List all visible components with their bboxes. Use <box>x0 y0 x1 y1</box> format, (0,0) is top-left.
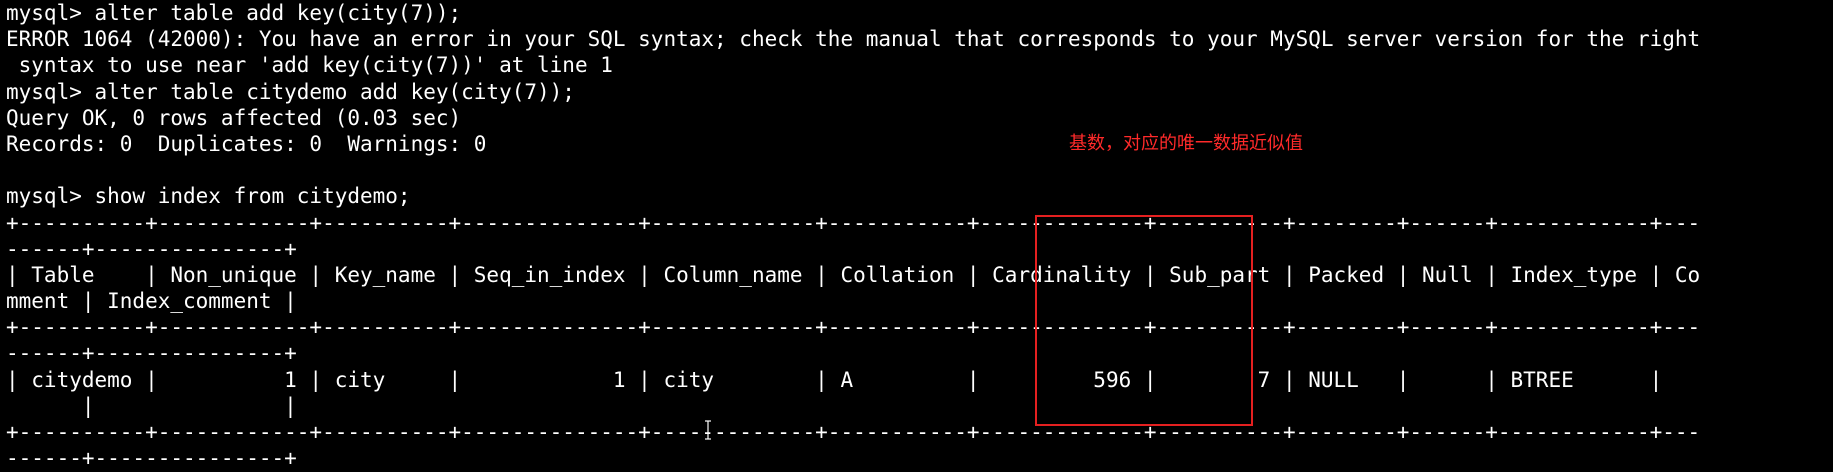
terminal-line: Records: 0 Duplicates: 0 Warnings: 0 <box>6 131 487 156</box>
terminal-line: ERROR 1064 (42000): You have an error in… <box>6 27 1701 52</box>
table-border-line: +----------+------------+----------+----… <box>6 420 1701 444</box>
table-border-line: ------+---------------+ <box>6 341 297 366</box>
terminal-line: syntax to use near 'add key(city(7))' at… <box>6 53 613 78</box>
table-row: | | <box>6 393 297 418</box>
terminal-line: mysql> alter table citydemo add key(city… <box>6 79 575 104</box>
table-border-line: ------+---------------+ <box>6 236 297 261</box>
terminal-window[interactable]: mysql> alter table add key(city(7)); ERR… <box>0 0 1833 472</box>
terminal-line: Query OK, 0 rows affected (0.03 sec) <box>6 105 462 130</box>
text-cursor-icon <box>705 420 711 440</box>
table-border-line: ------+---------------+ <box>6 446 297 471</box>
table-border-line: +----------+------------+----------+----… <box>6 210 1701 235</box>
table-header-row: mment | Index_comment | <box>6 289 297 314</box>
cardinality-annotation: 基数，对应的唯一数据近似值 <box>1069 133 1303 154</box>
table-row: | citydemo | 1 | city | 1 | city | A | 5… <box>6 367 1663 392</box>
table-border-line: +----------+------------+----------+----… <box>6 315 1701 340</box>
table-header-row: | Table | Non_unique | Key_name | Seq_in… <box>6 262 1701 287</box>
terminal-line: mysql> alter table add key(city(7)); <box>6 1 462 25</box>
terminal-line: mysql> show index from citydemo; <box>6 184 411 209</box>
